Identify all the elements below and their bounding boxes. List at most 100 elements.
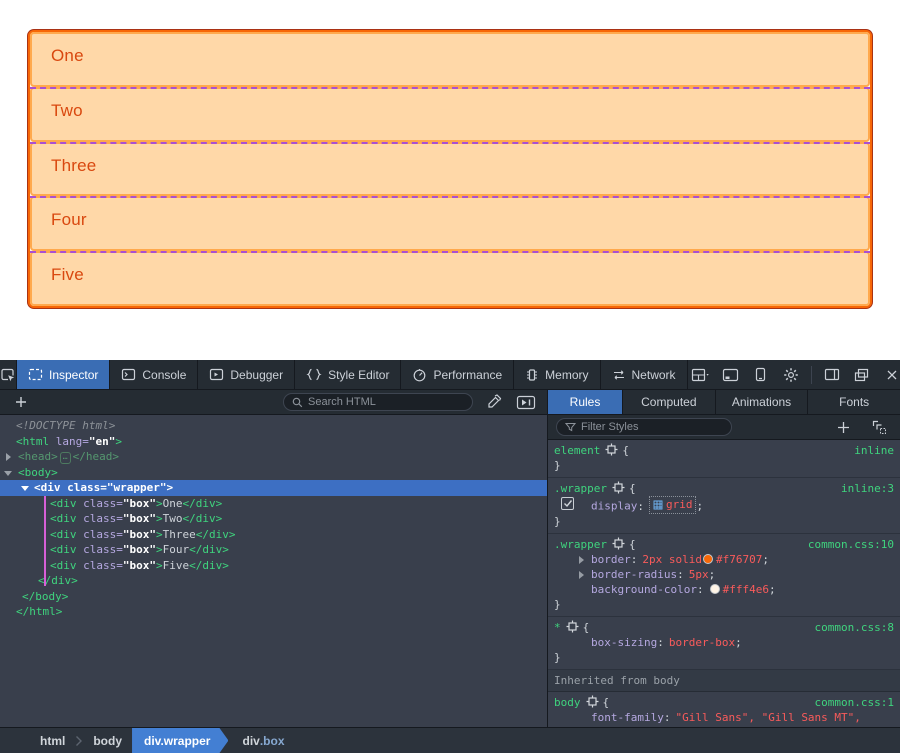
breadcrumb-html[interactable]: html [30,728,75,753]
property-name[interactable]: box-sizing [591,636,657,649]
grid-value-highlight[interactable]: grid [649,496,697,514]
grid-toggle-icon[interactable] [653,500,663,510]
breadcrumb-div-wrapper-selected[interactable]: div.wrapper [132,728,228,753]
tag-text: </div> [183,512,223,525]
filter-styles-box[interactable] [556,418,732,436]
expand-arrow-icon[interactable] [6,453,11,461]
tab-style-editor[interactable]: Style Editor [295,360,401,389]
pseudo-class-panel-button[interactable] [866,415,892,440]
markup-box-row[interactable]: <div class="box">Three</div> [0,527,547,543]
property-name[interactable]: font-family [591,711,664,724]
property-value[interactable]: 2px solid [642,553,702,566]
search-html-box[interactable] [283,393,473,411]
rule-selector[interactable]: * [554,621,561,634]
attr-value: "box" [123,543,156,556]
expand-pane-button[interactable] [513,389,539,415]
expand-shorthand-icon[interactable] [579,571,584,579]
property-value[interactable]: grid [666,497,693,512]
markup-body-close[interactable]: </body> [0,589,547,605]
collapsed-ellipsis-badge[interactable]: … [60,452,71,464]
brace: } [554,458,894,473]
markup-wrapper-close[interactable]: </div> [0,573,547,589]
add-node-button[interactable] [8,389,34,415]
property-value[interactable]: 5px [689,568,709,581]
color-hex-value[interactable]: #f76707 [716,553,762,566]
rule-element-inline: element { inline } [548,440,900,478]
markup-doctype[interactable]: <!DOCTYPE html> [0,418,547,434]
markup-box-row[interactable]: <div class="box">One</div> [0,496,547,512]
expand-shorthand-icon[interactable] [579,556,584,564]
color-swatch[interactable] [703,554,713,564]
selector-highlighter-icon[interactable] [605,443,618,456]
tab-debugger[interactable]: Debugger [198,360,295,389]
collapse-arrow-icon[interactable] [4,471,12,476]
markup-toolbar [0,390,548,414]
markup-head-collapsed[interactable]: <head>…</head> [0,449,547,465]
tab-inspector[interactable]: Inspector [17,360,110,389]
rule-selector[interactable]: element [554,444,600,457]
tab-performance[interactable]: Performance [401,360,514,389]
responsive-mode-button[interactable] [748,362,774,388]
breadcrumb-label: body [93,734,122,748]
markup-box-row[interactable]: <div class="box">Four</div> [0,542,547,558]
tab-rules[interactable]: Rules [548,390,623,414]
tab-network[interactable]: Network [601,360,688,389]
search-html-input[interactable] [308,396,464,408]
rule-source-link[interactable]: inline:3 [841,481,894,496]
colon: : [657,636,664,649]
close-devtools-button[interactable] [879,362,900,388]
rule-source-link[interactable]: common.css:10 [808,537,894,552]
brace: { [622,444,629,457]
separate-window-button[interactable] [849,362,875,388]
tab-fonts[interactable]: Fonts [808,390,900,414]
add-rule-button[interactable] [830,415,856,440]
color-swatch[interactable] [710,584,720,594]
color-hex-value[interactable]: #fff4e6 [723,583,769,596]
node-text: Five [163,559,190,572]
declaration-checkbox[interactable] [561,497,574,510]
collapse-arrow-icon[interactable] [21,486,29,491]
filter-styles-input[interactable] [581,421,723,433]
tag-text: <div [50,528,83,541]
selector-highlighter-icon[interactable] [566,620,579,633]
rule-selector[interactable]: body [554,696,581,709]
markup-box-row[interactable]: <div class="box">Two</div> [0,511,547,527]
pick-element-button[interactable] [0,360,17,389]
markup-wrapper-selected-row[interactable]: <div class="wrapper"> [0,480,547,496]
tab-computed[interactable]: Computed [623,390,716,414]
breadcrumb-body[interactable]: body [83,728,132,753]
rule-source-link[interactable]: common.css:8 [815,620,894,635]
selected-children-guide-line [44,496,46,586]
tab-memory[interactable]: Memory [514,360,600,389]
rule-source-link[interactable]: inline [854,443,894,458]
settings-gear-button[interactable] [778,362,804,388]
dock-side-button[interactable] [819,362,845,388]
markup-html-close[interactable]: </html> [0,604,547,620]
markup-box-row[interactable]: <div class="box">Five</div> [0,558,547,574]
property-name[interactable]: background-color [591,583,697,596]
tab-animations[interactable]: Animations [716,390,809,414]
property-value[interactable]: border-box [669,636,735,649]
rule-selector[interactable]: .wrapper [554,482,607,495]
node-text: Two [163,512,183,525]
breadcrumb-div-box[interactable]: div.box [228,728,294,753]
selector-highlighter-icon[interactable] [612,537,625,550]
rule-selector[interactable]: .wrapper [554,538,607,551]
grid-overlay-line [30,196,870,198]
split-console-button[interactable] [718,362,744,388]
attr-text: class= [83,497,123,510]
property-name[interactable]: border-radius [591,568,677,581]
tag-text: <div [50,512,83,525]
markup-html-open[interactable]: <html lang="en"> [0,434,547,450]
grid-box-one: One [30,32,870,87]
markup-body-open[interactable]: <body> [0,465,547,481]
tab-console[interactable]: Console [110,360,198,389]
semicolon: ; [696,500,703,513]
iframe-picker-button[interactable] [688,362,714,388]
eyedropper-button[interactable] [481,389,507,415]
selector-highlighter-icon[interactable] [612,481,625,494]
property-name[interactable]: border [591,553,631,566]
selector-highlighter-icon[interactable] [586,695,599,708]
property-name[interactable]: display [591,500,637,513]
rule-source-link[interactable]: common.css:1 [815,695,894,710]
